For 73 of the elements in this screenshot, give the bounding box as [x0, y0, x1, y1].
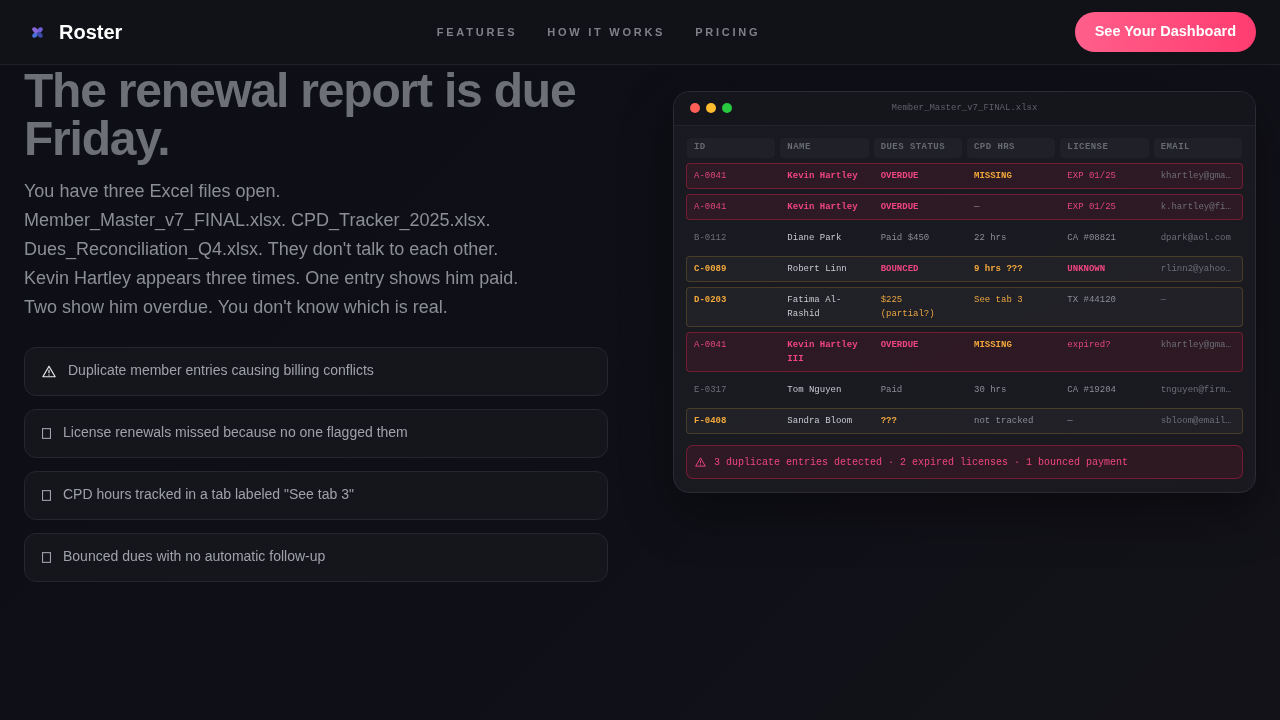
table-cell-text: A-0041 [693, 339, 728, 352]
table-cell-text: dpark@aol.com [1159, 232, 1232, 245]
table-cell-text: EXP 01/25 [1066, 201, 1117, 214]
table-cell-text: Paid $450 [879, 232, 931, 245]
column-header: EMAIL [1153, 138, 1242, 158]
table-cell-text: Paid [879, 384, 904, 397]
column-header: NAME [780, 138, 869, 158]
table-cell-text: Sandra Bloom [786, 415, 854, 428]
table-cell-text: tnguyen@firm… [1159, 384, 1232, 397]
problem-text: CPD hours tracked in a tab labeled "See tab 3" [63, 485, 354, 504]
table-cell-text: A-0041 [693, 170, 728, 183]
problem-text: Bounced dues with no automatic follow-up [63, 547, 326, 566]
table-cell-text: 22 hrs [973, 232, 1008, 245]
table-cell-text: khartley@gma… [1159, 339, 1232, 352]
table-cell-text: B-0112 [693, 232, 728, 245]
table-cell-text: Robert Linn [786, 263, 848, 276]
table-cell-text: Diane Park [786, 232, 843, 245]
warning-icon [695, 457, 706, 467]
table-cell-text: UNKNOWN [1066, 263, 1107, 276]
table-cell-text: OVERDUE [879, 170, 920, 183]
table-cell-text: khartley@gma… [1159, 170, 1232, 183]
table-cell-text: ??? [879, 415, 898, 428]
table-cell-text: — [973, 201, 981, 214]
table-cell-text: 30 hrs [973, 384, 1008, 397]
table-cell-text: $225 (partial?) [879, 294, 936, 321]
table-cell-text: Kevin Hartley III [786, 339, 859, 366]
table-cell-text: Kevin Hartley [786, 201, 859, 214]
dashboard-button[interactable]: See Your Dashboard [1074, 12, 1256, 52]
window-title: Member_Master_v7_FINAL.xlsx [891, 101, 1038, 115]
table-cell-text: 9 hrs ??? [973, 263, 1024, 276]
table-cell-text: EXP 01/25 [1066, 170, 1117, 183]
table-cell-text: rlinn2@yahoo… [1159, 263, 1232, 276]
table-cell-text: — [1159, 294, 1168, 307]
table-cell-text: sbloom@email… [1159, 415, 1232, 428]
table-cell-text: See tab 3 [973, 294, 1024, 307]
nav-link[interactable]: FEATURES [436, 23, 518, 41]
table-cell-text: D-0203 [693, 294, 728, 307]
table-cell-text: OVERDUE [879, 201, 920, 214]
table-cell-text: BOUNCED [879, 263, 920, 276]
table-cell-text: not tracked [973, 415, 1035, 428]
pinwheel-icon [30, 24, 45, 40]
table-cell-text: A-0041 [693, 201, 728, 214]
problem-text: Duplicate member entries causing billing conflicts [68, 361, 374, 380]
table-cell-text: Tom Nguyen [786, 384, 843, 397]
brand-name: Roster [59, 22, 123, 42]
table-cell-text: OVERDUE [879, 339, 920, 352]
table-cell-text: MISSING [973, 170, 1013, 183]
column-header: DUES STATUS [873, 138, 962, 158]
nav-link[interactable]: PRICING [695, 23, 761, 41]
table-cell-text: CA #08821 [1066, 232, 1117, 245]
table-cell-text: expired? [1066, 339, 1112, 352]
column-header: CPD HRS [967, 138, 1056, 158]
square-icon [42, 428, 51, 439]
table-cell-text: Fatima Al-Rashid [786, 294, 843, 321]
column-header: ID [687, 138, 776, 158]
table-cell-text: Kevin Hartley [786, 170, 859, 183]
hero-heading: The renewal report is due Friday. [24, 67, 577, 163]
column-header: LICENSE [1060, 138, 1149, 158]
table-cell-text: TX #44120 [1066, 294, 1117, 307]
table-cell-text: — [1066, 415, 1074, 428]
table-cell-text: F-0408 [693, 415, 728, 428]
problem-text: License renewals missed because no one flagged them [63, 423, 408, 442]
square-icon [42, 552, 51, 563]
table-cell-text: CA #19204 [1066, 384, 1117, 397]
square-icon [42, 490, 51, 501]
table-cell-text: C-0089 [693, 263, 728, 276]
warning-icon [42, 365, 56, 378]
alert-text: 3 duplicate entries detected · 2 expired licenses · 1 bounced payment [714, 455, 1129, 470]
nav-link[interactable]: HOW IT WORKS [547, 23, 666, 41]
table-cell-text: MISSING [973, 339, 1013, 352]
hero-paragraph: You have three Excel files open. Member_Master_v7_FINAL.xlsx. CPD_Tracker_2025.xlsx. Dues_Reconciliation_Q4.xlsx. They don't talk to each other. Kevin Hartley appears three times. One entry shows him paid. Two show him overdue. You don't know which is real. [24, 180, 520, 319]
table-cell-text: E-0317 [693, 384, 728, 397]
table-cell-text: k.hartley@fi… [1159, 201, 1232, 214]
